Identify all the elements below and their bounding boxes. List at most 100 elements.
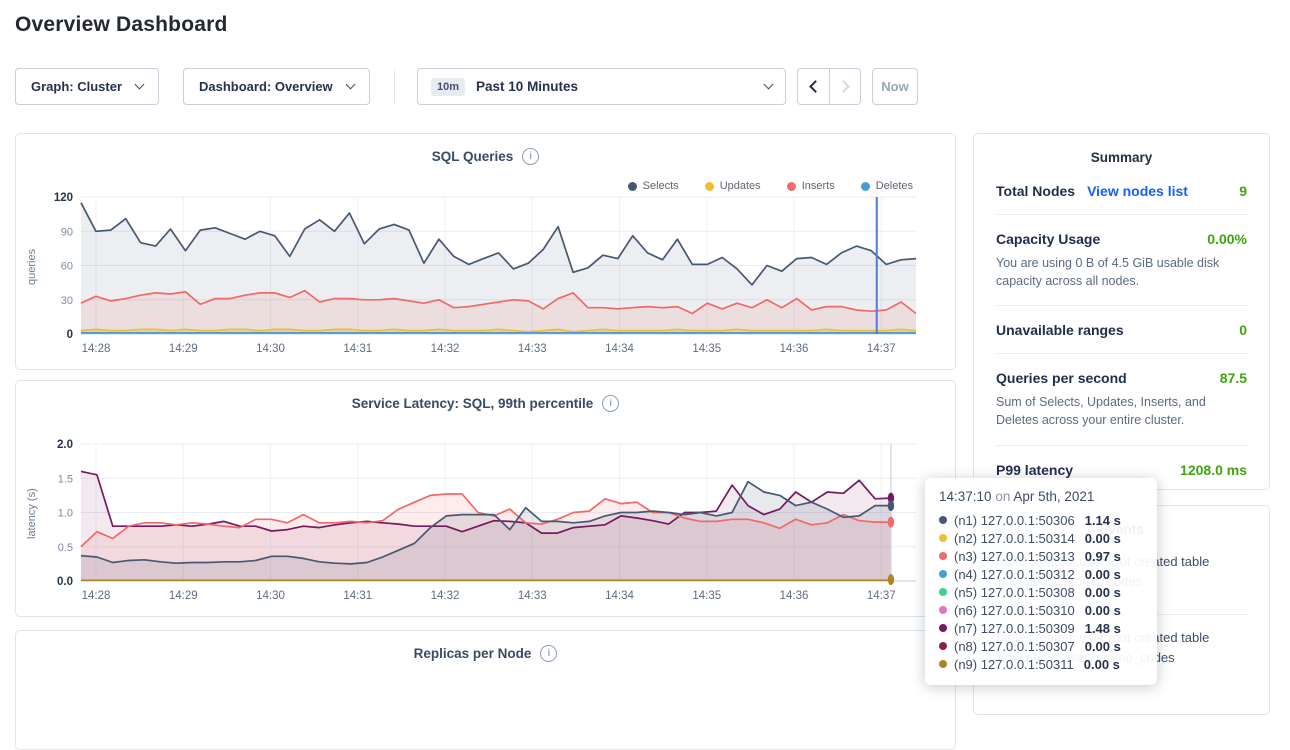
svg-text:14:37: 14:37 (867, 590, 896, 602)
summary-row-label: P99 latency (996, 462, 1073, 478)
svg-text:14:30: 14:30 (256, 343, 285, 355)
svg-text:14:36: 14:36 (780, 343, 809, 355)
chevron-left-icon (809, 80, 822, 93)
summary-row-main: Total Nodes View nodes list 9 (996, 183, 1247, 199)
tooltip-row: (n3) 127.0.0.1:50313 0.97 s (939, 547, 1143, 565)
tooltip-series-dot-icon (939, 516, 947, 524)
tooltip-series-dot-icon (939, 606, 947, 614)
tooltip-node-label: (n7) 127.0.0.1:50309 (954, 621, 1075, 636)
chevron-right-icon (837, 80, 850, 93)
tooltip-series-dot-icon (939, 552, 947, 560)
sql-queries-chart[interactable]: 14:2814:2914:3014:3114:3214:3314:3414:35… (16, 189, 957, 364)
chevron-down-icon (135, 80, 145, 90)
svg-text:14:36: 14:36 (780, 590, 809, 602)
tooltip-row: (n4) 127.0.0.1:503120.00 s (939, 565, 1143, 583)
tooltip-series-dot-icon (939, 588, 947, 596)
svg-text:120: 120 (54, 192, 73, 204)
tooltip-node-label: (n1) 127.0.0.1:50306 (954, 513, 1075, 528)
svg-text:14:31: 14:31 (343, 590, 372, 602)
latency-card: Service Latency: SQL, 99th percentile i … (15, 380, 956, 617)
now-button[interactable]: Now (872, 68, 918, 105)
tooltip-row: (n2) 127.0.0.1:503140.00 s (939, 529, 1143, 547)
dashboard-dropdown-label: Dashboard: Overview (199, 79, 333, 94)
tooltip-series-dot-icon (939, 642, 947, 650)
tooltip-row: (n5) 127.0.0.1:50308 0.00 s (939, 583, 1143, 601)
info-icon[interactable]: i (602, 395, 619, 412)
chart-hover-tooltip: 14:37:10 on Apr 5th, 2021 (n1) 127.0.0.1… (925, 478, 1157, 685)
summary-row-label: Unavailable ranges (996, 322, 1124, 338)
svg-text:14:34: 14:34 (605, 343, 634, 355)
svg-text:14:32: 14:32 (431, 343, 460, 355)
svg-text:14:34: 14:34 (605, 590, 634, 602)
summary-row-main: Unavailable ranges 0 (996, 322, 1247, 338)
svg-text:0.5: 0.5 (58, 542, 73, 554)
tooltip-row: (n1) 127.0.0.1:50306 1.14 s (939, 511, 1143, 529)
tooltip-node-value: 1.14 s (1085, 513, 1121, 528)
svg-text:14:30: 14:30 (256, 590, 285, 602)
tooltip-node-value: 0.00 s (1085, 639, 1121, 654)
summary-row-label: Total Nodes (996, 183, 1075, 199)
graph-dropdown[interactable]: Graph: Cluster (15, 68, 159, 105)
info-icon[interactable]: i (522, 148, 539, 165)
summary-row-main: Queries per second87.5 (996, 370, 1247, 386)
summary-row-value: 1208.0 ms (1180, 462, 1247, 478)
summary-row: Queries per second87.5 Sum of Selects, Up… (996, 354, 1247, 445)
view-nodes-link[interactable]: View nodes list (1087, 183, 1188, 199)
svg-text:0: 0 (67, 329, 73, 341)
graph-dropdown-label: Graph: Cluster (31, 79, 122, 94)
chevron-down-icon (346, 80, 356, 90)
svg-text:0.0: 0.0 (57, 576, 73, 588)
time-range-dropdown[interactable]: 10m Past 10 Minutes (417, 68, 786, 105)
summary-row-value: 9 (1239, 183, 1247, 199)
tooltip-row: (n9) 127.0.0.1:503110.00 s (939, 655, 1143, 673)
summary-row-main: P99 latency 1208.0 ms (996, 462, 1247, 478)
summary-row-main: Capacity Usage 0.00% (996, 231, 1247, 247)
tooltip-row: (n6) 127.0.0.1:503100.00 s (939, 601, 1143, 619)
summary-row: Capacity Usage0.00%You are using 0 B of … (996, 215, 1247, 306)
svg-text:1.0: 1.0 (58, 508, 73, 520)
svg-text:14:35: 14:35 (692, 343, 721, 355)
tooltip-node-value: 1.48 s (1085, 621, 1121, 636)
svg-text:14:28: 14:28 (82, 590, 111, 602)
svg-text:14:37: 14:37 (867, 343, 896, 355)
tooltip-node-label: (n6) 127.0.0.1:50310 (954, 603, 1075, 618)
summary-row-value: 0 (1239, 322, 1247, 338)
time-next-button[interactable] (829, 68, 861, 105)
svg-text:14:33: 14:33 (518, 590, 547, 602)
time-range-badge: 10m (431, 78, 465, 96)
chevron-down-icon (764, 80, 774, 90)
tooltip-node-value: 0.00 s (1085, 585, 1121, 600)
svg-text:2.0: 2.0 (57, 439, 73, 451)
toolbar-divider (394, 70, 395, 103)
tooltip-row: (n8) 127.0.0.1:50307 0.00 s (939, 637, 1143, 655)
summary-row-value: 87.5 (1220, 370, 1247, 386)
tooltip-node-value: 0.97 s (1085, 549, 1121, 564)
dashboard-dropdown[interactable]: Dashboard: Overview (183, 68, 370, 105)
tooltip-series-dot-icon (939, 534, 947, 542)
summary-row-value: 0.00% (1207, 231, 1247, 247)
svg-text:30: 30 (61, 295, 73, 307)
summary-row-label: Capacity Usage (996, 231, 1100, 247)
tooltip-series-dot-icon (939, 624, 947, 632)
svg-text:14:31: 14:31 (343, 343, 372, 355)
sql-queries-card: SQL Queries i SelectsUpdatesInsertsDelet… (15, 133, 956, 370)
replicas-title: Replicas per Node (414, 646, 532, 661)
svg-text:14:32: 14:32 (431, 590, 460, 602)
summary-row-description: Sum of Selects, Updates, Inserts, and De… (996, 393, 1247, 429)
page-title: Overview Dashboard (15, 13, 228, 37)
info-icon[interactable]: i (540, 645, 557, 662)
tooltip-node-value: 0.00 s (1084, 657, 1120, 672)
svg-text:14:33: 14:33 (518, 343, 547, 355)
tooltip-node-label: (n5) 127.0.0.1:50308 (954, 585, 1075, 600)
tooltip-node-label: (n3) 127.0.0.1:50313 (954, 549, 1075, 564)
tooltip-node-value: 0.00 s (1085, 531, 1121, 546)
latency-chart[interactable]: 14:28 14:29 14:30 14:31 14:32 14:33 14:34 14:35… (16, 436, 957, 611)
svg-text:14:35: 14:35 (692, 590, 721, 602)
svg-text:90: 90 (61, 226, 73, 238)
svg-text:14:29: 14:29 (169, 590, 198, 602)
summary-row: Unavailable ranges 0 (996, 306, 1247, 354)
svg-text:60: 60 (61, 261, 73, 273)
tooltip-series-dot-icon (939, 660, 947, 668)
tooltip-node-label: (n8) 127.0.0.1:50307 (954, 639, 1075, 654)
time-prev-button[interactable] (797, 68, 829, 105)
